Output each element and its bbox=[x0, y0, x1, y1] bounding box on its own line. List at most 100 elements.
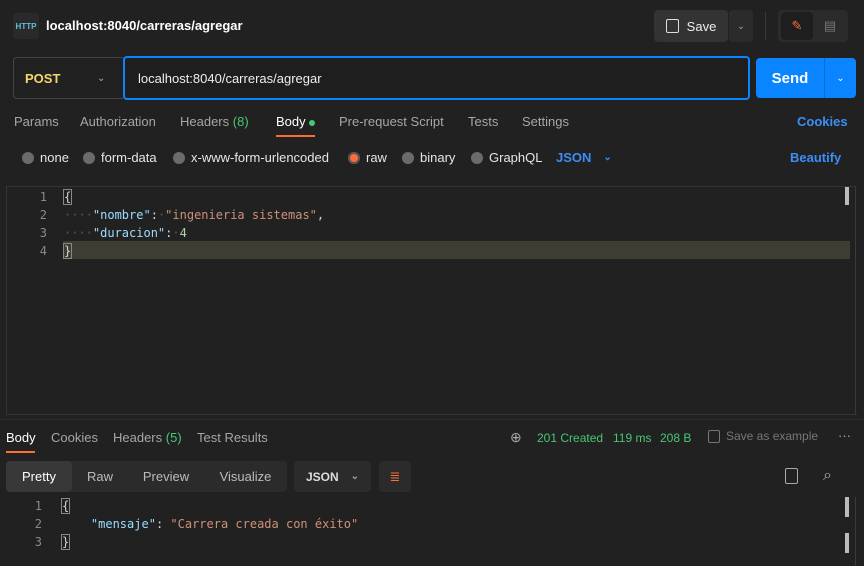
response-size[interactable]: 208 B bbox=[660, 431, 691, 445]
wrap-lines-icon[interactable]: ≣ bbox=[379, 461, 411, 492]
response-time[interactable]: 119 ms bbox=[613, 431, 651, 445]
chevron-down-icon: ⌄ bbox=[603, 152, 612, 163]
save-button[interactable]: Save bbox=[654, 10, 728, 42]
response-tab-body[interactable]: Body bbox=[6, 430, 36, 445]
json-value: 4 bbox=[179, 226, 187, 240]
chevron-down-icon: ⌄ bbox=[350, 471, 360, 482]
radio-form-data[interactable]: form-data bbox=[83, 150, 157, 165]
divider bbox=[765, 12, 766, 40]
headers-count: (5) bbox=[165, 430, 182, 445]
cookies-link[interactable]: Cookies bbox=[797, 114, 848, 129]
tab-body[interactable]: Body bbox=[276, 114, 316, 129]
scrollbar[interactable] bbox=[845, 497, 849, 517]
response-tab-headers[interactable]: Headers (5) bbox=[113, 430, 182, 445]
line-number: 3 bbox=[39, 226, 47, 240]
radio-label: raw bbox=[366, 150, 387, 165]
tab-settings[interactable]: Settings bbox=[522, 114, 569, 129]
json-value: "ingenieria sistemas" bbox=[165, 208, 317, 222]
save-dropdown-button[interactable]: ⌄ bbox=[729, 10, 753, 42]
line-number: 3 bbox=[34, 535, 42, 549]
view-pretty[interactable]: Pretty bbox=[6, 461, 72, 492]
save-example-label: Save as example bbox=[726, 429, 819, 443]
send-dropdown-button[interactable]: ⌄ bbox=[824, 58, 856, 98]
radio-label: GraphQL bbox=[489, 150, 543, 165]
json-key: "nombre" bbox=[92, 208, 151, 222]
view-toggle: ✎ ▤ bbox=[778, 10, 848, 42]
line-number: 2 bbox=[39, 208, 47, 222]
method-label: POST bbox=[25, 70, 61, 86]
response-format-select[interactable]: JSON ⌄ bbox=[294, 461, 371, 492]
save-icon bbox=[708, 429, 720, 443]
line-number: 1 bbox=[34, 499, 42, 513]
globe-icon[interactable]: ⊕ bbox=[510, 429, 522, 446]
line-number: 1 bbox=[39, 190, 47, 204]
response-tab-test-results[interactable]: Test Results bbox=[197, 430, 268, 445]
radio-raw[interactable]: raw bbox=[348, 150, 387, 165]
beautify-link[interactable]: Beautify bbox=[790, 150, 841, 165]
radio-label: form-data bbox=[101, 150, 157, 165]
save-label: Save bbox=[686, 18, 717, 34]
scrollbar-track bbox=[855, 497, 856, 566]
save-icon bbox=[665, 19, 679, 33]
tab-authorization[interactable]: Authorization bbox=[80, 114, 156, 129]
tab-params[interactable]: Params bbox=[14, 114, 59, 129]
method-select[interactable]: POST ⌄ bbox=[13, 57, 123, 99]
format-label: JSON bbox=[305, 469, 339, 484]
status-code[interactable]: 201 Created bbox=[537, 431, 603, 445]
scrollbar[interactable] bbox=[845, 533, 849, 553]
edit-pencil-icon[interactable]: ✎ bbox=[781, 12, 813, 40]
radio-icon bbox=[402, 151, 414, 164]
http-icon: HTTP bbox=[13, 13, 39, 39]
url-text: localhost:8040/carreras/agregar bbox=[138, 70, 322, 86]
view-visualize[interactable]: Visualize bbox=[204, 461, 287, 492]
headers-count: (8) bbox=[232, 114, 249, 129]
comment-icon[interactable]: ▤ bbox=[815, 12, 845, 40]
search-icon[interactable]: ⌕ bbox=[823, 467, 832, 485]
view-mode-group: Pretty Raw Preview Visualize bbox=[6, 461, 287, 492]
chevron-down-icon: ⌄ bbox=[97, 72, 106, 84]
body-format-select[interactable]: JSON ⌄ bbox=[556, 150, 612, 165]
radio-label: x-www-form-urlencoded bbox=[191, 150, 329, 165]
tab-label: Body bbox=[276, 114, 306, 129]
more-options-icon[interactable]: ··· bbox=[838, 428, 851, 443]
active-tab-underline bbox=[6, 451, 35, 453]
scrollbar[interactable] bbox=[845, 187, 849, 205]
format-label: JSON bbox=[556, 150, 592, 165]
send-button[interactable]: Send bbox=[756, 58, 824, 98]
code-brace: { bbox=[62, 189, 73, 205]
radio-icon bbox=[22, 151, 34, 164]
radio-icon bbox=[173, 151, 185, 164]
radio-graphql[interactable]: GraphQL bbox=[471, 150, 542, 165]
code-brace: } bbox=[60, 534, 71, 550]
radio-none[interactable]: none bbox=[22, 150, 69, 165]
line-number: 2 bbox=[34, 517, 42, 531]
line-number: 4 bbox=[39, 244, 47, 258]
tab-headers[interactable]: Headers (8) bbox=[180, 114, 249, 129]
request-body-editor[interactable]: 1 2 3 4 { ····"nombre":·"ingenieria sist… bbox=[6, 186, 857, 415]
view-raw[interactable]: Raw bbox=[72, 461, 128, 492]
current-line-highlight bbox=[63, 241, 850, 259]
radio-label: binary bbox=[420, 150, 456, 165]
request-title: localhost:8040/carreras/agregar bbox=[46, 18, 243, 33]
json-key: "duracion" bbox=[92, 226, 166, 240]
scrollbar-track bbox=[855, 187, 856, 415]
url-input[interactable]: localhost:8040/carreras/agregar bbox=[123, 56, 750, 100]
code-brace: } bbox=[62, 243, 73, 259]
tab-pre-request-script[interactable]: Pre-request Script bbox=[339, 114, 444, 129]
response-tab-cookies[interactable]: Cookies bbox=[51, 430, 98, 445]
active-tab-underline bbox=[276, 135, 315, 137]
json-key: "mensaje" bbox=[90, 517, 156, 531]
copy-icon[interactable] bbox=[785, 468, 798, 484]
pane-divider[interactable] bbox=[0, 419, 864, 420]
radio-icon bbox=[471, 151, 483, 164]
tab-label: Headers bbox=[113, 430, 163, 445]
code-brace: { bbox=[60, 498, 71, 514]
tab-tests[interactable]: Tests bbox=[468, 114, 498, 129]
radio-selected-icon bbox=[348, 151, 360, 164]
body-indicator-dot bbox=[309, 119, 316, 126]
save-as-example-button[interactable]: Save as example bbox=[708, 429, 818, 443]
view-preview[interactable]: Preview bbox=[128, 461, 204, 492]
radio-binary[interactable]: binary bbox=[402, 150, 455, 165]
radio-label: none bbox=[40, 150, 69, 165]
radio-x-www-form-urlencoded[interactable]: x-www-form-urlencoded bbox=[173, 150, 329, 165]
